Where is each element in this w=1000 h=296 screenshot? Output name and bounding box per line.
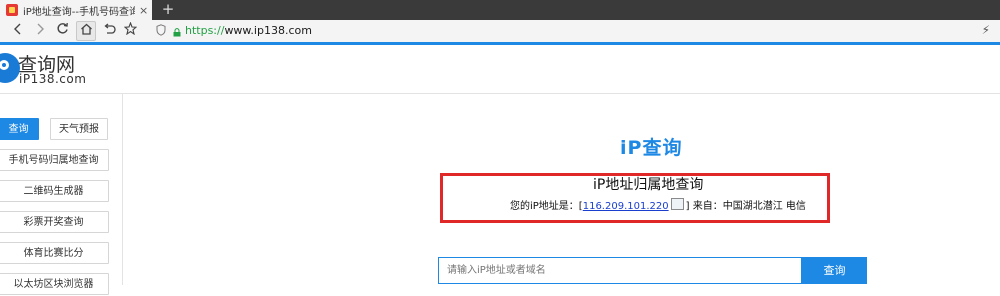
sidebar-item-query[interactable]: 查询 — [0, 118, 39, 140]
undo-icon[interactable] — [99, 21, 119, 41]
lock-icon — [173, 26, 181, 37]
page-title: iP查询 — [620, 137, 683, 159]
sidebar: 查询 天气预报 手机号码归属地查询 二维码生成器 彩票开奖查询 体育比赛比分 以… — [0, 94, 123, 295]
tab-close-icon[interactable]: × — [139, 4, 148, 17]
browser-tab-strip: iP地址查询--手机号码查询归属 × + — [0, 0, 1000, 20]
url-protocol: https:// — [185, 24, 225, 37]
sidebar-item-qrcode[interactable]: 二维码生成器 — [0, 180, 109, 202]
address-bar[interactable]: https://www.ip138.com — [185, 24, 312, 37]
browser-toolbar: https://www.ip138.com ⚡ — [0, 20, 1000, 45]
main-content: iP查询 iP地址归属地查询 您的iP地址是：[116.209.101.220]… — [123, 94, 1000, 285]
logo-icon[interactable] — [0, 53, 20, 83]
ip-location: ] 来自：中国湖北潜江 电信 — [685, 201, 806, 212]
sidebar-item-phone-lookup[interactable]: 手机号码归属地查询 — [0, 149, 109, 171]
sidebar-item-weather[interactable]: 天气预报 — [50, 118, 108, 140]
broken-image-icon — [670, 198, 684, 210]
logo-subtitle: iP138.com — [19, 72, 87, 86]
star-icon[interactable] — [120, 21, 140, 41]
home-icon[interactable] — [76, 21, 96, 41]
back-arrow-icon[interactable] — [8, 21, 28, 41]
lightning-icon[interactable]: ⚡ — [982, 23, 990, 37]
section-subtitle: iP地址归属地查询 — [593, 177, 704, 193]
ip-result-line: 您的iP地址是：[116.209.101.220 ] 来自：中国湖北潜江 电信 — [510, 197, 806, 212]
tab-title: iP地址查询--手机号码查询归属 — [23, 6, 135, 18]
search-input[interactable] — [438, 257, 802, 284]
search-button[interactable]: 查询 — [802, 257, 867, 284]
new-tab-button[interactable]: + — [158, 0, 178, 20]
url-host: www.ip138.com — [224, 24, 312, 37]
ip-prefix: 您的iP地址是：[ — [510, 201, 583, 212]
ip-address-link[interactable]: 116.209.101.220 — [583, 201, 669, 212]
forward-arrow-icon[interactable] — [30, 21, 50, 41]
sidebar-item-sports[interactable]: 体育比赛比分 — [0, 242, 109, 264]
browser-tab[interactable]: iP地址查询--手机号码查询归属 × — [0, 0, 152, 20]
site-header: 查询网 iP138.com — [0, 45, 1000, 94]
site-favicon-icon — [6, 4, 18, 16]
reload-icon[interactable] — [52, 21, 72, 41]
sidebar-item-ethereum[interactable]: 以太坊区块浏览器 — [0, 273, 109, 295]
shield-icon[interactable] — [156, 24, 166, 36]
sidebar-item-lottery[interactable]: 彩票开奖查询 — [0, 211, 109, 233]
